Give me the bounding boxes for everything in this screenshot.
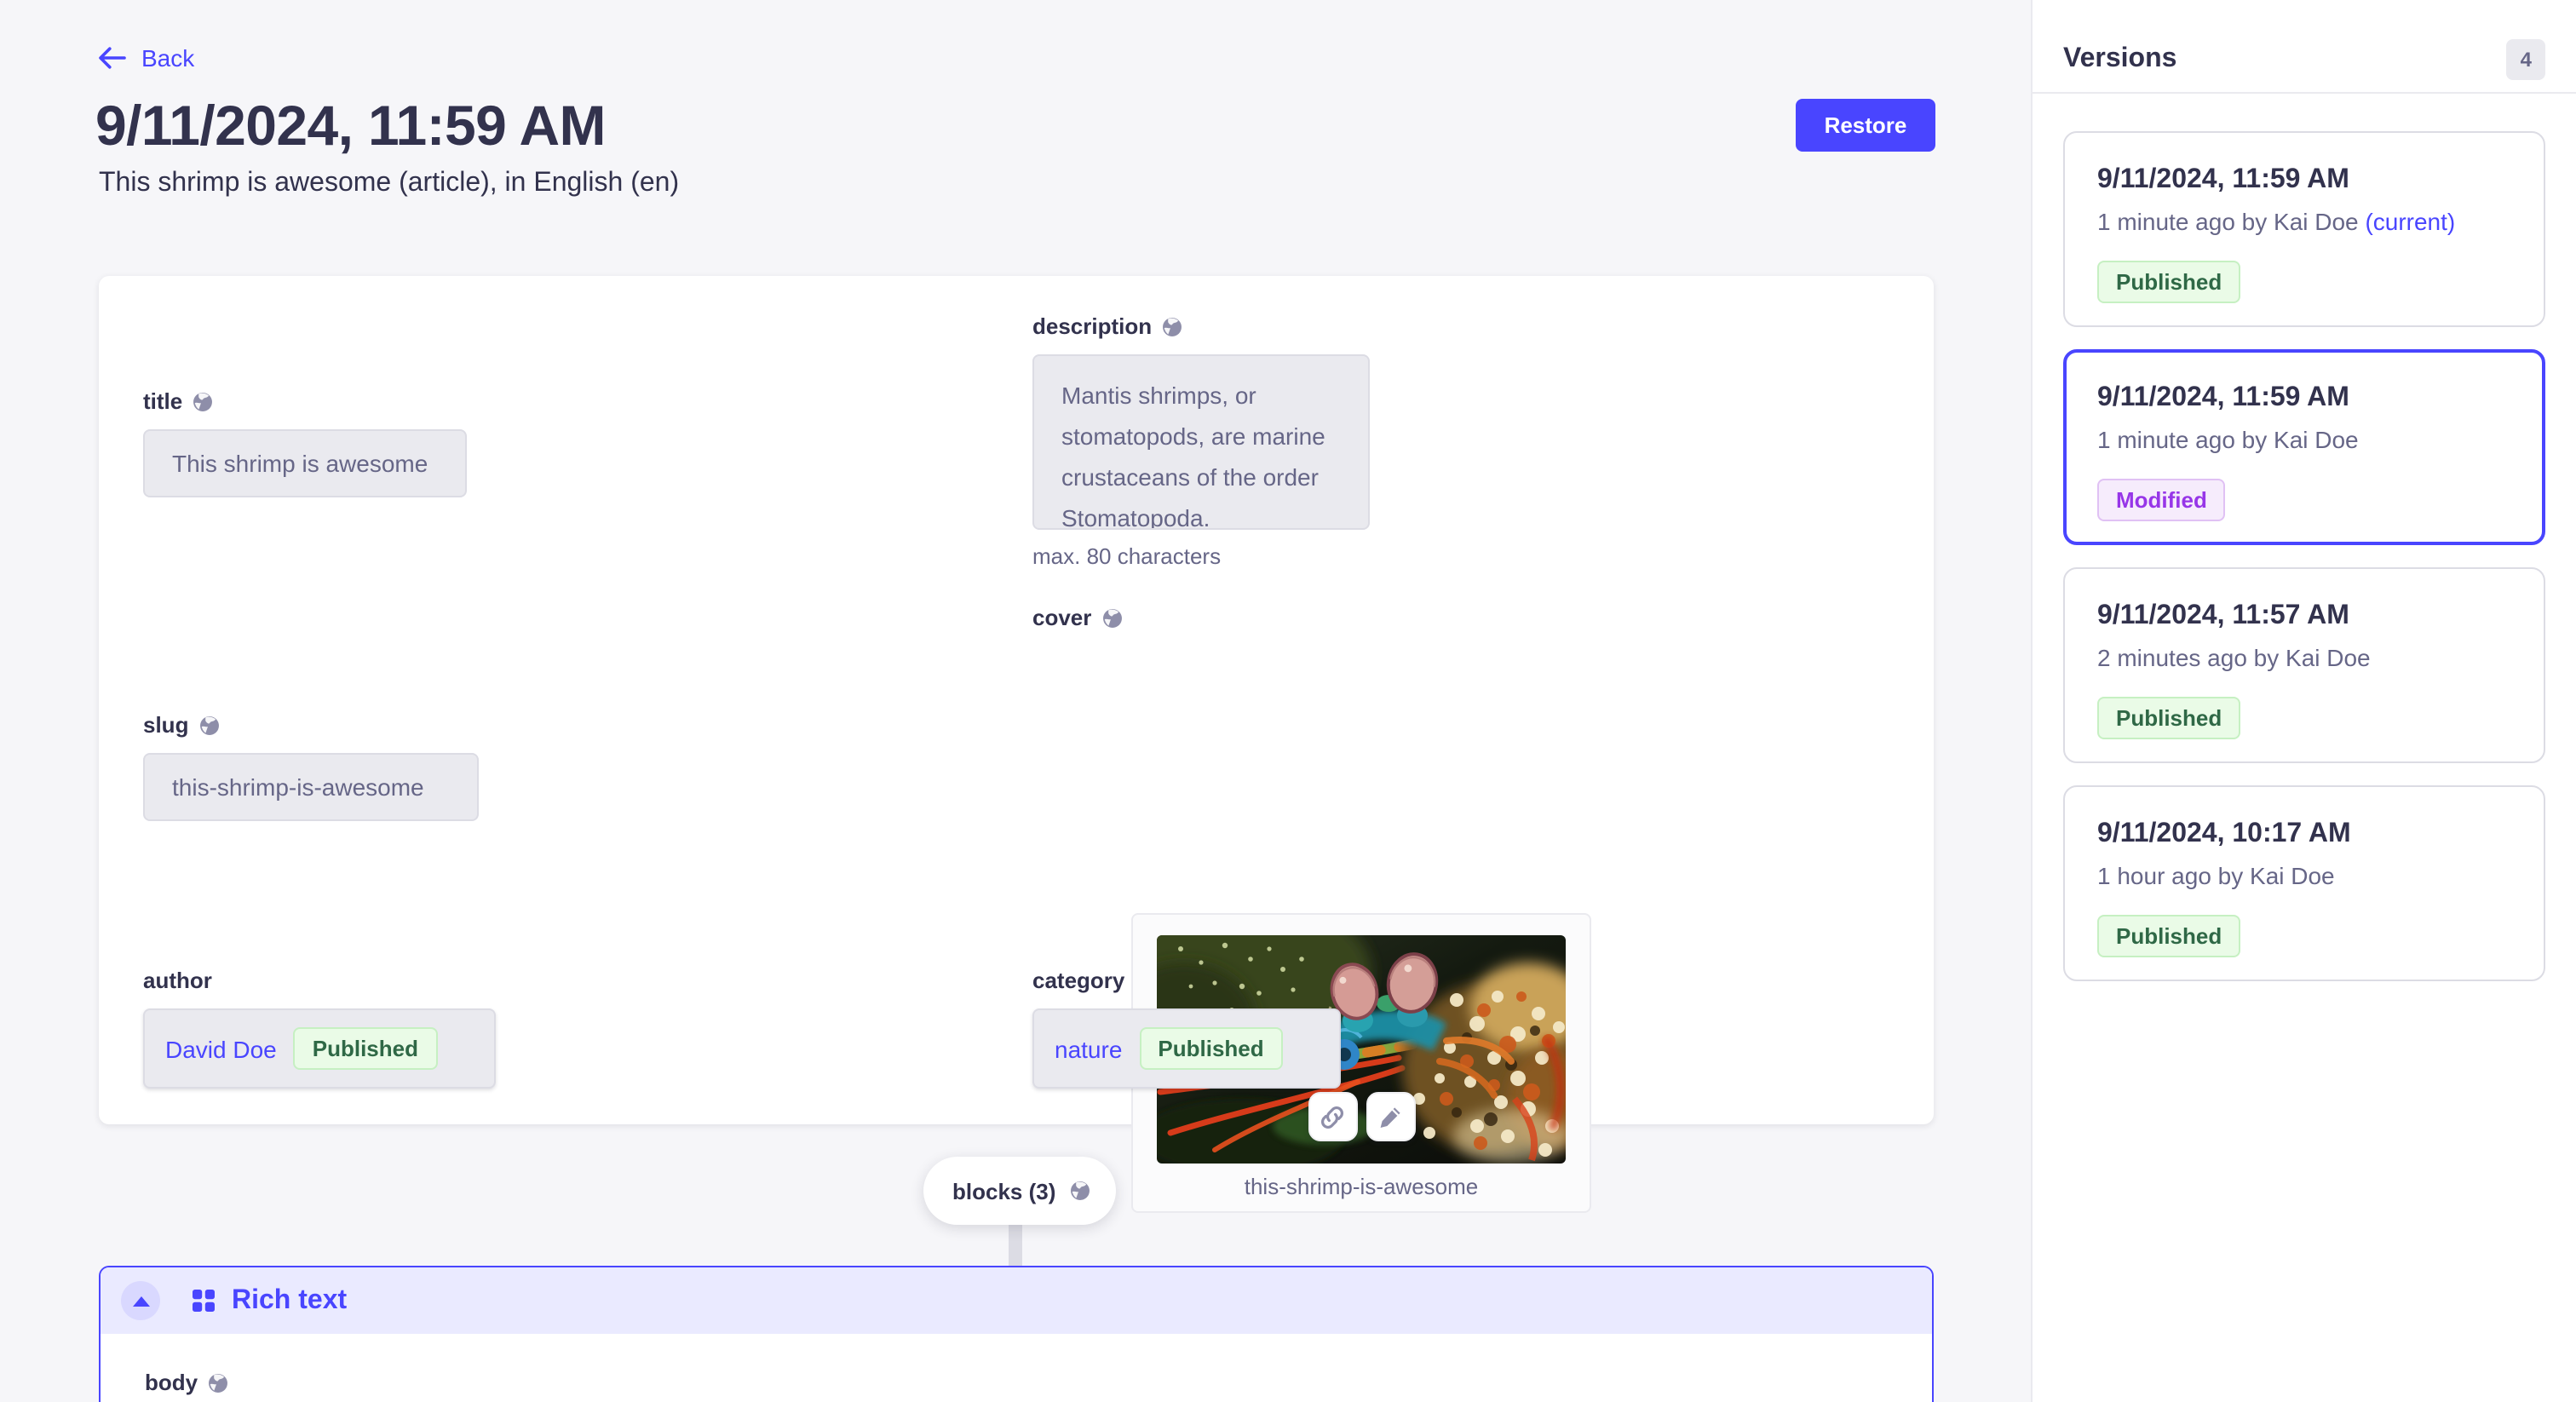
current-version-link[interactable]: (current) xyxy=(2365,208,2455,235)
category-relation-chip: nature Published xyxy=(1032,1008,1341,1089)
rich-text-accordion-header[interactable]: Rich text xyxy=(101,1267,1932,1334)
edit-cover-button[interactable] xyxy=(1366,1092,1415,1141)
version-status-badge: Published xyxy=(2097,261,2240,303)
field-author: author David Doe Published xyxy=(143,968,496,1089)
title-input: This shrimp is awesome xyxy=(143,429,467,497)
version-status-badge: Published xyxy=(2097,697,2240,739)
globe-icon xyxy=(1101,607,1122,628)
category-field-label: category xyxy=(1032,968,1124,993)
description-field-label: description xyxy=(1032,313,1152,339)
versions-panel: Versions 4 9/11/2024, 11:59 AM 1 minute … xyxy=(2031,0,2576,1402)
version-card[interactable]: 9/11/2024, 11:59 AM 1 minute ago by Kai … xyxy=(2063,131,2545,327)
field-title: title This shrimp is awesome xyxy=(143,388,467,497)
component-grid-icon xyxy=(193,1290,215,1312)
restore-button[interactable]: Restore xyxy=(1796,99,1935,152)
slug-input: this-shrimp-is-awesome xyxy=(143,753,479,821)
entry-fields-card: title This shrimp is awesome description… xyxy=(99,276,1934,1124)
cover-field-label: cover xyxy=(1032,605,1091,630)
cover-caption: this-shrimp-is-awesome xyxy=(1133,1174,1590,1199)
field-description: description Mantis shrimps, or stomatopo… xyxy=(1032,313,1370,569)
author-link[interactable]: David Doe xyxy=(165,1035,277,1062)
version-card[interactable]: 9/11/2024, 10:17 AM 1 hour ago by Kai Do… xyxy=(2063,785,2545,981)
author-relation-chip: David Doe Published xyxy=(143,1008,496,1089)
version-time: 9/11/2024, 10:17 AM xyxy=(2097,816,2511,852)
title-field-label: title xyxy=(143,388,182,414)
version-meta: 2 minutes ago by Kai Doe xyxy=(2097,642,2511,675)
version-meta: 1 hour ago by Kai Doe xyxy=(2097,860,2511,893)
author-field-label: author xyxy=(143,968,212,993)
field-category: category nature Published xyxy=(1032,968,1341,1089)
author-status-badge: Published xyxy=(294,1027,437,1070)
globe-icon xyxy=(198,715,219,735)
category-link[interactable]: nature xyxy=(1055,1035,1122,1062)
versions-count-badge: 4 xyxy=(2507,39,2545,80)
collapse-toggle-button[interactable] xyxy=(121,1281,160,1320)
description-hint: max. 80 characters xyxy=(1032,543,1370,569)
chevron-up-icon xyxy=(132,1296,149,1306)
version-time: 9/11/2024, 11:59 AM xyxy=(2097,380,2511,416)
version-meta: 1 minute ago by Kai Doe (current) xyxy=(2097,206,2511,238)
pencil-icon xyxy=(1377,1103,1404,1130)
version-time: 9/11/2024, 11:59 AM xyxy=(2097,162,2511,198)
rich-text-body: body xyxy=(101,1334,1932,1402)
version-status-badge: Modified xyxy=(2097,479,2226,521)
page-subtitle: This shrimp is awesome (article), in Eng… xyxy=(99,169,679,199)
version-card[interactable]: 9/11/2024, 11:57 AM 2 minutes ago by Kai… xyxy=(2063,567,2545,763)
field-slug: slug this-shrimp-is-awesome xyxy=(143,712,479,821)
version-meta: 1 minute ago by Kai Doe xyxy=(2097,424,2511,457)
rich-text-title: Rich text xyxy=(232,1285,347,1316)
globe-icon xyxy=(1069,1181,1090,1201)
back-link[interactable]: Back xyxy=(97,44,194,72)
globe-icon xyxy=(1162,316,1182,336)
copy-link-button[interactable] xyxy=(1308,1092,1357,1141)
back-label: Back xyxy=(141,44,194,72)
versions-list: 9/11/2024, 11:59 AM 1 minute ago by Kai … xyxy=(2033,94,2576,981)
version-card-selected[interactable]: 9/11/2024, 11:59 AM 1 minute ago by Kai … xyxy=(2063,349,2545,545)
blocks-pill-label: blocks (3) xyxy=(952,1178,1055,1204)
versions-header: Versions 4 xyxy=(2033,0,2576,92)
version-history-page: Back 9/11/2024, 11:59 AM This shrimp is … xyxy=(0,0,2576,1402)
rich-text-block: Rich text body xyxy=(99,1266,1934,1402)
version-time: 9/11/2024, 11:57 AM xyxy=(2097,598,2511,634)
globe-icon xyxy=(193,391,213,411)
blocks-connector xyxy=(1009,1218,1022,1266)
blocks-pill: blocks (3) xyxy=(923,1157,1115,1225)
description-textarea: Mantis shrimps, or stomatopods, are mari… xyxy=(1032,354,1370,530)
body-field-label: body xyxy=(145,1370,198,1395)
version-status-badge: Published xyxy=(2097,915,2240,957)
link-icon xyxy=(1319,1103,1346,1130)
cover-actions xyxy=(1133,1092,1590,1141)
slug-field-label: slug xyxy=(143,712,188,738)
category-status-badge: Published xyxy=(1139,1027,1282,1070)
page-title: 9/11/2024, 11:59 AM xyxy=(95,94,606,158)
field-cover: cover xyxy=(1032,605,1122,630)
globe-icon xyxy=(208,1372,228,1393)
arrow-left-icon xyxy=(97,46,126,70)
versions-title: Versions xyxy=(2063,44,2176,75)
